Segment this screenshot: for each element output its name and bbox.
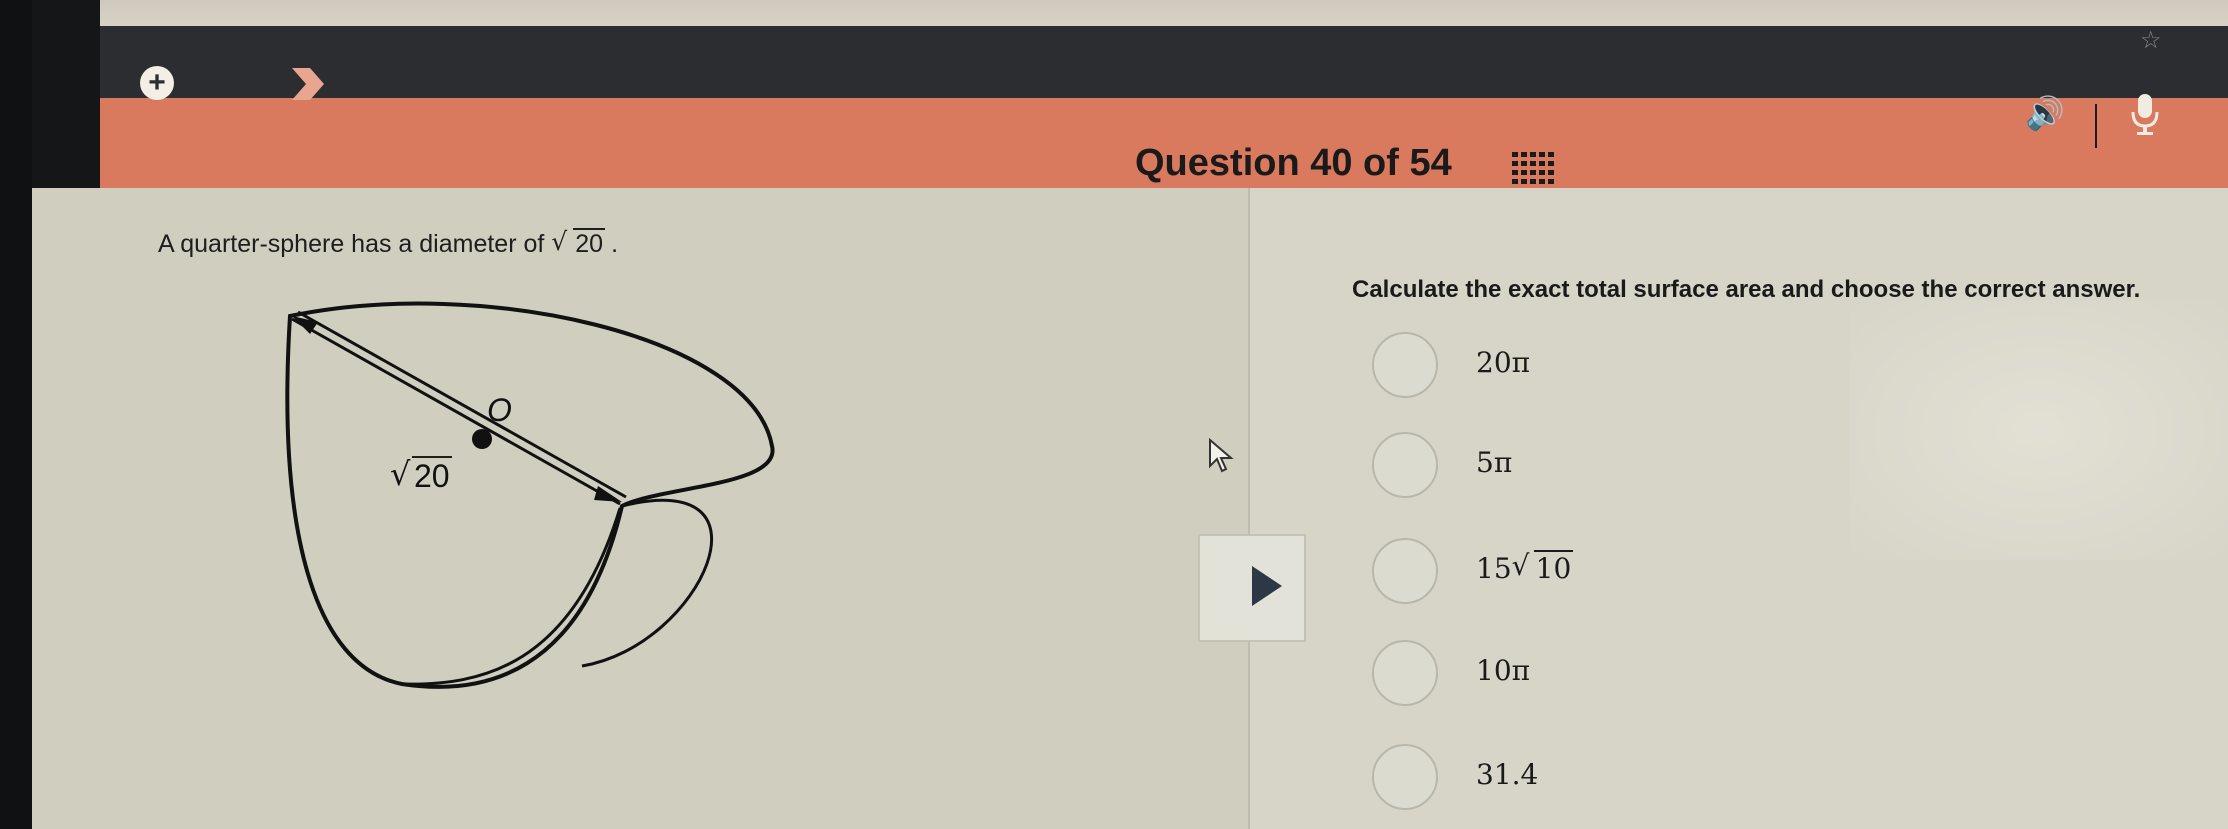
choice-radicand: 10 (1533, 550, 1574, 585)
speaker-icon[interactable]: 🔊 (2025, 94, 2065, 132)
answer-choice[interactable]: 5π (1372, 432, 1872, 502)
choice-coefficient: 15 (1476, 552, 1512, 585)
figure-diameter-radicand: 20 (412, 456, 452, 494)
toolbar-separator (2095, 104, 2097, 148)
screen: ☆ + 🔊 Question 40 of 54 A quarter-sphere… (0, 0, 2228, 829)
quarter-sphere-figure (285, 301, 775, 689)
diameter-value: √ 20 (551, 227, 606, 258)
next-arrow-icon[interactable] (288, 64, 328, 104)
choice-label: 5π (1476, 446, 1513, 479)
question-period: . (611, 230, 619, 258)
grid-icon[interactable] (1512, 152, 1556, 190)
instruction-text: Calculate the exact total surface area a… (1352, 276, 2141, 303)
star-icon[interactable]: ☆ (2140, 26, 2162, 55)
radio-button[interactable] (1372, 744, 1438, 810)
screen-glare (1850, 300, 2228, 560)
microphone-icon[interactable] (2125, 92, 2165, 136)
mouse-cursor-icon (1209, 438, 1234, 473)
figure-center-label: O (487, 392, 512, 428)
diameter-radicand: 20 (573, 228, 606, 258)
plus-icon[interactable]: + (140, 66, 174, 100)
question-text: A quarter-sphere has a diameter of √ 20. (158, 227, 619, 259)
choice-label: 15 √ 10 (1476, 549, 1574, 585)
answer-choice[interactable]: 15 √ 10 (1372, 538, 1872, 608)
answer-choice[interactable]: 10π (1372, 640, 1872, 710)
choice-label: 10π (1476, 654, 1531, 687)
radio-button[interactable] (1372, 432, 1438, 498)
answer-choice[interactable]: 31.4 (1372, 744, 1872, 814)
question-prompt: A quarter-sphere has a diameter of (158, 230, 545, 258)
choice-label: 31.4 (1476, 758, 1539, 791)
question-counter: Question 40 of 54 (1135, 142, 1452, 184)
play-icon[interactable] (1252, 566, 1282, 606)
answer-choice[interactable]: 20π (1372, 332, 1872, 402)
radio-button[interactable] (1372, 640, 1438, 706)
monitor-bezel (0, 0, 32, 829)
radio-button[interactable] (1372, 332, 1438, 398)
choice-label: 20π (1476, 346, 1531, 379)
figure-diameter-label: √ 20 (390, 455, 452, 494)
radio-button[interactable] (1372, 538, 1438, 604)
